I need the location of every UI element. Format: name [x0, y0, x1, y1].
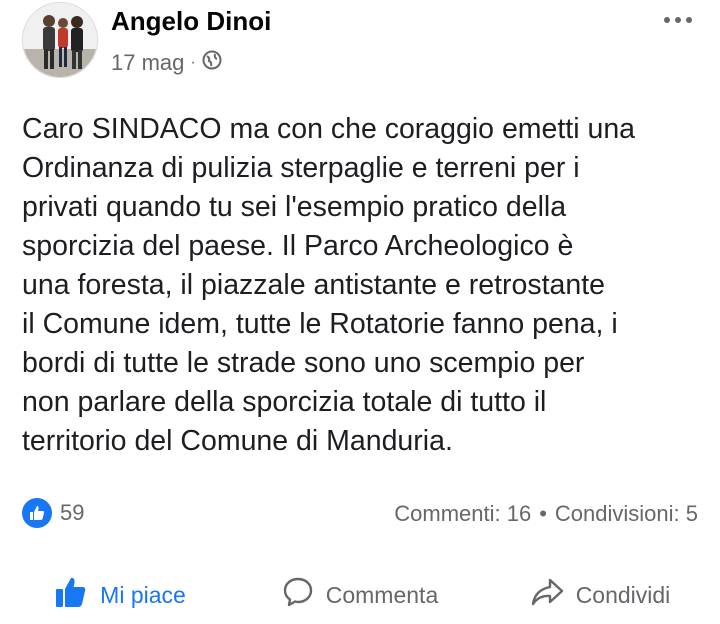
thumbs-up-icon: [54, 575, 88, 615]
share-label: Condividi: [575, 581, 671, 608]
comment-label: Commenta: [325, 581, 439, 608]
action-bar: Mi piace Commenta Condividi: [0, 566, 720, 624]
like-reaction-icon: [22, 498, 52, 528]
globe-icon: [202, 50, 222, 76]
meta-separator: ·: [190, 54, 196, 71]
post-meta: 17 mag ·: [111, 50, 222, 76]
comments-count[interactable]: Commenti: 16: [394, 501, 531, 527]
shares-count[interactable]: Condivisioni: 5: [555, 501, 698, 527]
post-date[interactable]: 17 mag: [111, 50, 184, 76]
avatar[interactable]: [22, 2, 98, 78]
post-header: Angelo Dinoi 17 mag ·: [22, 0, 698, 84]
engagement-counts: Commenti: 16 • Condivisioni: 5: [394, 501, 698, 527]
likes-summary[interactable]: 59: [22, 498, 84, 528]
post-text: Caro SINDACO ma con che coraggio emetti …: [22, 113, 636, 457]
comment-icon: [282, 576, 314, 614]
share-icon: [530, 577, 564, 613]
likes-count: 59: [60, 500, 85, 525]
more-options-icon[interactable]: [658, 10, 698, 30]
like-button[interactable]: Mi piace: [0, 566, 240, 624]
post-stats: 59 Commenti: 16 • Condivisioni: 5: [22, 498, 698, 534]
author-name[interactable]: Angelo Dinoi: [111, 6, 271, 37]
comment-button[interactable]: Commenta: [240, 566, 480, 624]
counts-separator: •: [539, 501, 547, 526]
share-button[interactable]: Condividi: [480, 566, 720, 624]
like-label: Mi piace: [100, 581, 186, 608]
avatar-photo: [23, 3, 97, 77]
